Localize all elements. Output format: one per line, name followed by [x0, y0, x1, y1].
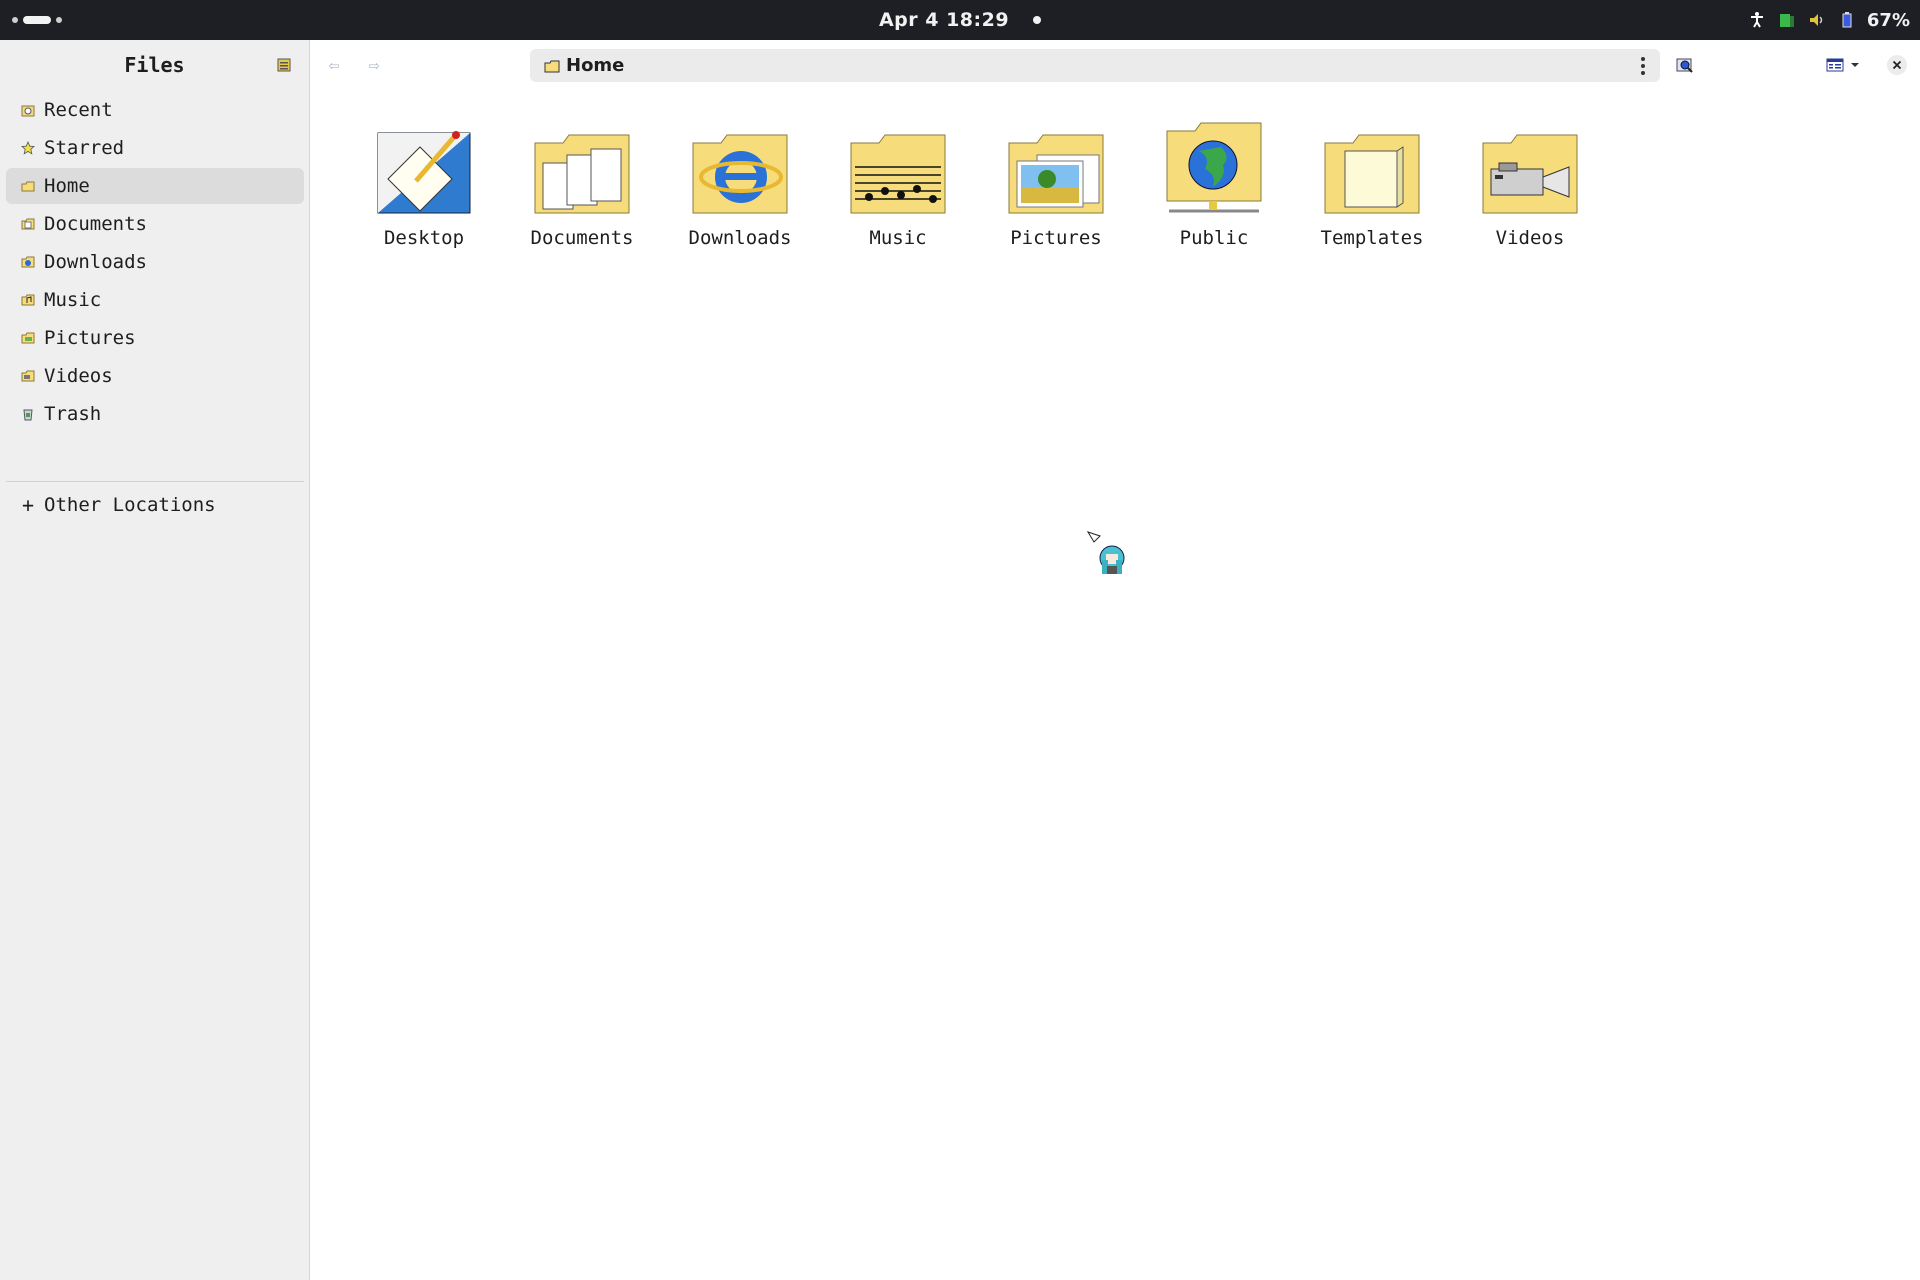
public-folder-icon [1166, 122, 1262, 213]
close-icon [1887, 55, 1907, 75]
downloads-icon [20, 254, 36, 270]
network-icon[interactable] [1777, 10, 1797, 30]
file-view[interactable]: Desktop Documents Downloads Music Pictur… [310, 90, 1920, 1280]
sidebar-item-label: Documents [44, 213, 147, 235]
sidebar-item-trash[interactable]: Trash [6, 396, 304, 432]
notification-dot [1033, 16, 1042, 24]
clock-label: Apr 4 18:29 [878, 9, 1010, 31]
sidebar-item-label: Trash [44, 403, 102, 425]
downloads-folder-icon [692, 134, 788, 214]
sidebar-item-other-locations[interactable]: + Other Locations [6, 487, 318, 523]
folder-label: Music [869, 227, 927, 249]
templates-folder-icon [1324, 134, 1420, 214]
folder-label: Downloads [688, 227, 792, 249]
close-button[interactable] [1884, 52, 1910, 78]
location-bar[interactable]: Home [530, 49, 1660, 82]
top-bar: Apr 4 18:29 67% [0, 0, 1920, 40]
view-options-button[interactable] [1847, 52, 1863, 78]
folder-item-desktop[interactable]: Desktop [345, 115, 503, 249]
folder-item-downloads[interactable]: Downloads [661, 115, 819, 249]
sidebar-item-label: Videos [44, 365, 113, 387]
accessibility-icon[interactable] [1747, 10, 1767, 30]
folder-label: Videos [1495, 227, 1565, 249]
breadcrumb-label: Home [566, 55, 625, 76]
folder-label: Documents [530, 227, 634, 249]
folder-item-pictures[interactable]: Pictures [977, 115, 1135, 249]
videos-folder-icon [1482, 134, 1578, 214]
sidebar-item-videos[interactable]: Videos [6, 358, 304, 394]
places-list: Recent Starred Home Documents Downloads … [6, 92, 304, 434]
sidebar-item-home[interactable]: Home [6, 168, 304, 204]
folder-item-public[interactable]: Public [1135, 115, 1293, 249]
sidebar-item-pictures[interactable]: Pictures [6, 320, 304, 356]
volume-icon[interactable] [1807, 10, 1827, 30]
chevron-down-icon [1851, 63, 1859, 67]
recent-icon [20, 102, 36, 118]
desktop-folder-icon [377, 131, 471, 214]
sidebar: Files Recent Starred Home Documents Down… [0, 40, 310, 1280]
home-icon [20, 178, 36, 194]
sidebar-item-downloads[interactable]: Downloads [6, 244, 304, 280]
folder-grid: Desktop Documents Downloads Music Pictur… [345, 115, 1609, 249]
trash-icon [20, 406, 36, 422]
folder-item-templates[interactable]: Templates [1293, 115, 1451, 249]
sidebar-item-label: Recent [44, 99, 113, 121]
sidebar-item-label: Music [44, 289, 102, 311]
sidebar-item-documents[interactable]: Documents [6, 206, 304, 242]
view-toggle-button[interactable] [1822, 52, 1848, 78]
music-folder-icon [850, 134, 946, 214]
battery-icon[interactable] [1837, 10, 1857, 30]
videos-icon [20, 368, 36, 384]
mouse-cursor-icon [1086, 531, 1125, 574]
sidebar-item-starred[interactable]: Starred [6, 130, 304, 166]
path-menu-button[interactable] [1638, 55, 1648, 77]
sidebar-item-label: Downloads [44, 251, 147, 273]
sidebar-item-music[interactable]: Music [6, 282, 304, 318]
folder-item-documents[interactable]: Documents [503, 115, 661, 249]
music-icon [20, 292, 36, 308]
main-menu-button[interactable] [273, 54, 295, 76]
plus-icon: + [21, 493, 35, 517]
back-button[interactable]: ⇦ [322, 53, 346, 77]
sidebar-item-label: Home [44, 175, 90, 197]
folder-label: Desktop [383, 227, 465, 249]
documents-folder-icon [534, 134, 630, 214]
menu-icon [277, 58, 291, 72]
arrow-right-icon: ⇨ [368, 54, 380, 76]
header-bar: ⇦ ⇨ Home [310, 40, 1920, 90]
sidebar-item-recent[interactable]: Recent [6, 92, 304, 128]
grid-view-icon [1826, 58, 1844, 72]
sidebar-divider [6, 481, 304, 482]
folder-label: Public [1179, 227, 1249, 249]
system-tray[interactable]: 67% [1747, 0, 1910, 40]
battery-percentage: 67% [1866, 9, 1910, 31]
arrow-left-icon: ⇦ [328, 54, 340, 76]
pictures-icon [20, 330, 36, 346]
search-button[interactable] [1672, 52, 1698, 78]
sidebar-item-label: Pictures [44, 327, 136, 349]
breadcrumb[interactable]: Home [544, 49, 624, 82]
folder-label: Pictures [1010, 227, 1102, 249]
clock[interactable]: Apr 4 18:29 [0, 0, 1920, 40]
search-icon [1676, 58, 1693, 73]
folder-item-videos[interactable]: Videos [1451, 115, 1609, 249]
folder-label: Templates [1320, 227, 1424, 249]
home-icon [544, 58, 560, 74]
sidebar-header: Files [0, 40, 309, 90]
star-icon [20, 140, 36, 156]
sidebar-item-label: Other Locations [44, 494, 216, 516]
forward-button[interactable]: ⇨ [362, 53, 386, 77]
sidebar-item-label: Starred [44, 137, 125, 159]
folder-item-music[interactable]: Music [819, 115, 977, 249]
app-title: Files [124, 53, 185, 77]
pictures-folder-icon [1008, 134, 1104, 214]
documents-icon [20, 216, 36, 232]
